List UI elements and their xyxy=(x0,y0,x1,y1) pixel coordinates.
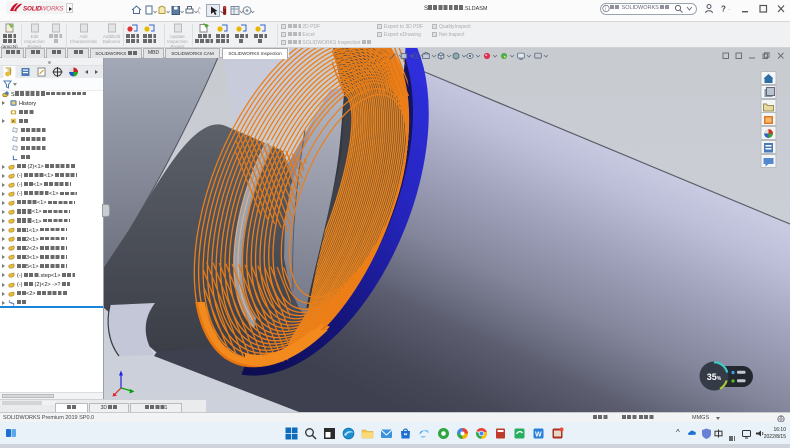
svg-text:·: · xyxy=(728,7,730,13)
svg-text:A: A xyxy=(12,119,15,124)
svg-text:W: W xyxy=(535,432,542,439)
svg-text:WORKS: WORKS xyxy=(41,6,65,13)
svg-text:SOLID: SOLID xyxy=(23,6,42,13)
svg-text:?: ? xyxy=(721,5,726,14)
svg-text:i: i xyxy=(605,7,606,13)
